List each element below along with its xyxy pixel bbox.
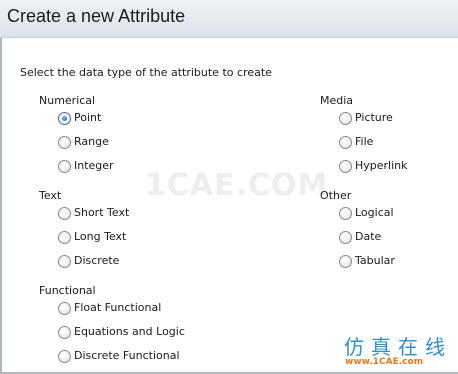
radio-unchecked-icon[interactable]: [339, 254, 352, 268]
radio-unchecked-icon[interactable]: [339, 230, 352, 244]
option-label: Range: [74, 135, 109, 148]
radio-unchecked-icon[interactable]: [339, 111, 352, 125]
left-border: [0, 38, 2, 374]
option-label: Tabular: [355, 254, 395, 267]
radio-unchecked-icon[interactable]: [58, 135, 71, 149]
option-label: Hyperlink: [355, 159, 408, 172]
option-label: Date: [355, 230, 382, 243]
radio-option-long-text[interactable]: Long Text: [58, 229, 126, 245]
option-label: File: [355, 135, 374, 148]
option-label: Integer: [74, 159, 114, 172]
dialog-header: Create a new Attribute: [0, 0, 458, 38]
option-label: Point: [74, 111, 102, 124]
radio-checked-icon[interactable]: [58, 111, 71, 125]
group-label-text: Text: [39, 189, 62, 202]
radio-unchecked-icon[interactable]: [58, 159, 71, 173]
radio-option-discrete[interactable]: Discrete: [58, 253, 119, 269]
radio-option-point[interactable]: Point: [58, 110, 101, 126]
radio-unchecked-icon[interactable]: [58, 301, 71, 315]
instruction-text: Select the data type of the attribute to…: [20, 66, 272, 79]
radio-unchecked-icon[interactable]: [58, 325, 71, 339]
radio-unchecked-icon[interactable]: [339, 159, 352, 173]
option-label: Float Functional: [74, 301, 162, 314]
option-label: Long Text: [74, 230, 127, 243]
option-label: Equations and Logic: [74, 325, 185, 338]
option-label: Discrete Functional: [74, 349, 180, 362]
radio-option-equations-and-logic[interactable]: Equations and Logic: [58, 324, 185, 340]
radio-option-hyperlink[interactable]: Hyperlink: [339, 158, 408, 174]
group-label-numerical: Numerical: [39, 94, 96, 107]
watermark-url: www.1CAE.com: [345, 357, 424, 367]
radio-option-picture[interactable]: Picture: [339, 110, 393, 126]
option-label: Discrete: [74, 254, 120, 267]
group-label-functional: Functional: [39, 284, 96, 297]
radio-option-logical[interactable]: Logical: [339, 205, 394, 221]
option-label: Picture: [355, 111, 393, 124]
group-label-other: Other: [320, 189, 352, 202]
radio-option-short-text[interactable]: Short Text: [58, 205, 129, 221]
watermark-logo-text: 仿真在线: [344, 335, 452, 359]
watermark-text: 1CAE.COM: [145, 168, 329, 203]
radio-option-file[interactable]: File: [339, 134, 373, 150]
radio-unchecked-icon[interactable]: [58, 206, 71, 220]
option-label: Short Text: [74, 206, 130, 219]
radio-option-date[interactable]: Date: [339, 229, 381, 245]
radio-option-discrete-functional[interactable]: Discrete Functional: [58, 348, 180, 364]
radio-option-tabular[interactable]: Tabular: [339, 253, 395, 269]
group-label-media: Media: [320, 94, 354, 107]
radio-unchecked-icon[interactable]: [58, 230, 71, 244]
radio-unchecked-icon[interactable]: [58, 349, 71, 363]
radio-option-float-functional[interactable]: Float Functional: [58, 300, 161, 316]
radio-unchecked-icon[interactable]: [339, 135, 352, 149]
radio-unchecked-icon[interactable]: [58, 254, 71, 268]
dialog-title: Create a new Attribute: [7, 6, 186, 26]
option-label: Logical: [355, 206, 394, 219]
radio-option-range[interactable]: Range: [58, 134, 109, 150]
radio-option-integer[interactable]: Integer: [58, 158, 114, 174]
radio-unchecked-icon[interactable]: [339, 206, 352, 220]
